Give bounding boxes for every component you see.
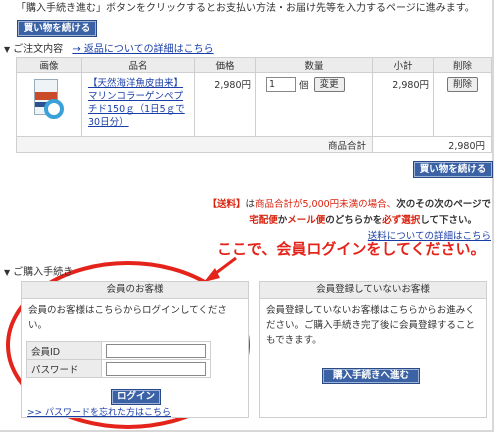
procedure-section-title: ▼ ご購入手続き <box>4 267 74 278</box>
guest-box-title: 会員登録していないお客様 <box>260 282 486 299</box>
password-label: パスワード <box>26 359 102 378</box>
guest-box: 会員登録していないお客様 会員登録していないお客様はこちらからお進みください。ご… <box>259 281 487 418</box>
member-box-title: 会員のお客様 <box>22 282 248 299</box>
member-id-input[interactable] <box>106 343 206 358</box>
guest-box-text: 会員登録していないお客様はこちらからお進みください。ご購入手続き完了後に会員登録… <box>266 305 476 346</box>
login-button[interactable]: ログイン <box>111 389 161 405</box>
forgot-password-link[interactable]: >> パスワードを忘れた方はこちら <box>27 405 171 418</box>
password-input[interactable] <box>106 361 206 376</box>
member-box-text: 会員のお客様はこちらからログインしてください。 <box>28 305 227 331</box>
member-id-label: 会員ID <box>26 341 102 360</box>
proceed-to-checkout-button[interactable]: 購入手続きへ進む <box>322 368 420 384</box>
login-form-table: 会員ID パスワード <box>26 341 211 378</box>
triangle-down-icon: ▼ <box>4 268 11 277</box>
